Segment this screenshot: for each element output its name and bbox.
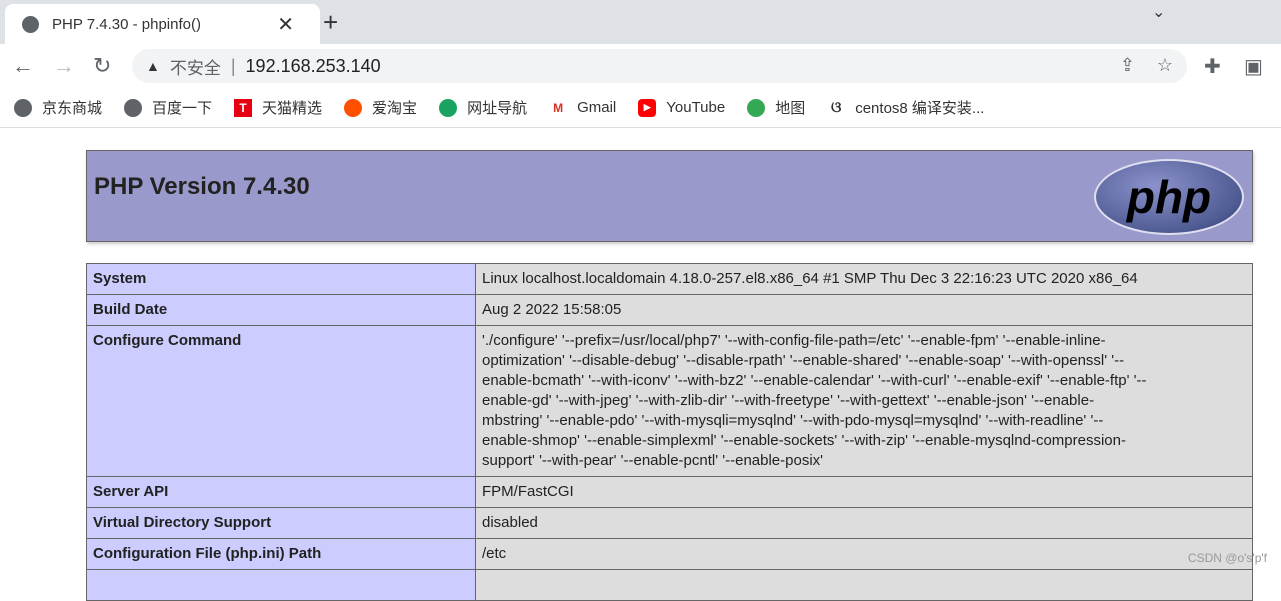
forward-icon[interactable]: → bbox=[53, 53, 75, 79]
row-key: System bbox=[86, 263, 476, 295]
globe-icon bbox=[22, 15, 39, 33]
bookmark-item[interactable]: 网址导航 bbox=[439, 97, 527, 118]
row-key: Virtual Directory Support bbox=[86, 507, 476, 539]
value-line: './configure' '--prefix=/usr/local/php7'… bbox=[482, 332, 1106, 349]
bookmark-item[interactable]: M Gmail bbox=[549, 99, 616, 117]
watermark: CSDN @o's'p'f bbox=[1187, 551, 1267, 565]
value-line: enable-gd' '--with-jpeg' '--with-zlib-di… bbox=[482, 392, 1095, 409]
bookmark-label: centos8 编译安装... bbox=[855, 100, 985, 117]
row-key: Build Date bbox=[86, 294, 476, 326]
back-icon[interactable]: ← bbox=[12, 53, 34, 79]
bookmark-item[interactable]: ▶ YouTube bbox=[638, 98, 726, 117]
php-header: PHP Version 7.4.30 php bbox=[86, 150, 1253, 242]
globe-icon bbox=[124, 98, 143, 117]
bookmark-label: YouTube bbox=[666, 99, 726, 116]
tab-phpinfo[interactable]: PHP 7.4.30 - phpinfo() ✕ bbox=[5, 4, 320, 44]
value-line: FPM/FastCGI bbox=[482, 483, 574, 500]
taobao-icon bbox=[344, 98, 363, 117]
row-key bbox=[86, 569, 476, 601]
warning-icon[interactable]: ▲ bbox=[146, 58, 160, 74]
bookmark-label: 百度一下 bbox=[152, 100, 213, 117]
new-tab-button[interactable]: + bbox=[323, 7, 338, 38]
chevron-down-icon[interactable]: ⌄ bbox=[1152, 2, 1165, 22]
table-row: Virtual Directory Support disabled bbox=[86, 507, 1253, 539]
value-line: support' '--with-pear' '--enable-pcntl' … bbox=[482, 452, 824, 469]
value-line bbox=[482, 575, 1246, 595]
extensions-icon[interactable]: ✚ bbox=[1204, 54, 1221, 79]
bookmark-label: 京东商城 bbox=[42, 100, 103, 117]
nav-icon bbox=[439, 98, 458, 117]
url-text[interactable]: 192.168.253.140 bbox=[246, 56, 381, 77]
page-title: PHP Version 7.4.30 bbox=[94, 173, 310, 200]
row-value: Linux localhost.localdomain 4.18.0-257.e… bbox=[475, 263, 1253, 295]
value-line: /etc bbox=[482, 545, 507, 562]
maps-icon bbox=[747, 98, 766, 117]
table-row: Configuration File (php.ini) Path/etc bbox=[86, 538, 1253, 570]
bookmark-label: 天猫精选 bbox=[262, 100, 323, 117]
sidepanel-icon[interactable]: ▣ bbox=[1244, 54, 1263, 79]
row-key: Configure Command bbox=[86, 325, 476, 477]
php-logo: php bbox=[1094, 159, 1244, 235]
youtube-icon: ▶ bbox=[638, 98, 657, 117]
insecure-label: 不安全 bbox=[169, 58, 221, 78]
tab-bar: PHP 7.4.30 - phpinfo() ✕ + ⌄ bbox=[0, 0, 1281, 44]
bookmarks-bar: 京东商城 百度一下 T 天猫精选 爱淘宝 网址导航 M Gmail ▶ YouTube 地图 ଓ cen… bbox=[0, 88, 1281, 128]
row-value: disabled bbox=[475, 507, 1253, 539]
row-key: Server API bbox=[86, 476, 476, 508]
bookmark-label: 地图 bbox=[775, 100, 806, 117]
table-row: Configure Command './configure' '--prefix… bbox=[86, 325, 1253, 477]
table-row bbox=[86, 569, 1253, 601]
row-key: Configuration File (php.ini) Path bbox=[86, 538, 476, 570]
table-row: Server API FPM/FastCGI bbox=[86, 476, 1253, 508]
address-bar[interactable]: ▲ 不安全 | 192.168.253.140 ⇪ ☆ bbox=[132, 49, 1187, 83]
info-table: System Linux localhost.localdomain 4.18.0… bbox=[86, 263, 1253, 601]
close-tab-icon[interactable]: ✕ bbox=[277, 12, 294, 37]
divider: | bbox=[230, 55, 236, 76]
bookmark-label: Gmail bbox=[577, 99, 617, 116]
row-value: /etc bbox=[475, 538, 1253, 570]
bookmark-item[interactable]: 百度一下 bbox=[124, 97, 212, 118]
share-icon[interactable]: ⇪ bbox=[1120, 55, 1135, 76]
row-value: './configure' '--prefix=/usr/local/php7'… bbox=[475, 325, 1253, 477]
bookmark-label: 爱淘宝 bbox=[372, 100, 418, 117]
bookmark-item[interactable]: T 天猫精选 bbox=[234, 97, 322, 118]
row-value bbox=[475, 569, 1253, 601]
value-line: disabled bbox=[482, 514, 538, 531]
bookmark-item[interactable]: ଓ centos8 编译安装... bbox=[827, 97, 984, 118]
bookmark-item[interactable]: 地图 bbox=[747, 97, 805, 118]
table-row: System Linux localhost.localdomain 4.18.0… bbox=[86, 263, 1253, 295]
globe-icon bbox=[14, 98, 32, 117]
bookmark-item[interactable]: 京东商城 bbox=[14, 97, 102, 118]
page-icon: ଓ bbox=[831, 99, 842, 116]
tmall-icon: T bbox=[234, 98, 253, 117]
table-row: Build Date Aug 2 2022 15:58:05 bbox=[86, 294, 1253, 326]
gmail-icon: M bbox=[553, 100, 564, 115]
reload-icon[interactable]: ↻ bbox=[93, 53, 111, 79]
value-line: enable-shmop' '--enable-simplexml' '--en… bbox=[482, 432, 1126, 449]
bookmark-item[interactable]: 爱淘宝 bbox=[344, 97, 417, 118]
value-line: Aug 2 2022 15:58:05 bbox=[482, 301, 622, 318]
value-line: optimization' '--disable-debug' '--disab… bbox=[482, 352, 1125, 369]
value-line: mbstring' '--enable-pdo' '--with-mysqli=… bbox=[482, 412, 1104, 429]
star-icon[interactable]: ☆ bbox=[1157, 55, 1173, 76]
bookmark-label: 网址导航 bbox=[467, 100, 528, 117]
value-line: Linux localhost.localdomain 4.18.0-257.e… bbox=[482, 270, 1138, 287]
toolbar: ← → ↻ ▲ 不安全 | 192.168.253.140 ⇪ ☆ ✚ ▣ bbox=[0, 44, 1281, 88]
value-line: enable-bcmath' '--with-iconv' '--with-bz… bbox=[482, 372, 1147, 389]
row-value: FPM/FastCGI bbox=[475, 476, 1253, 508]
row-value: Aug 2 2022 15:58:05 bbox=[475, 294, 1253, 326]
tab-title: PHP 7.4.30 - phpinfo() bbox=[52, 15, 201, 33]
